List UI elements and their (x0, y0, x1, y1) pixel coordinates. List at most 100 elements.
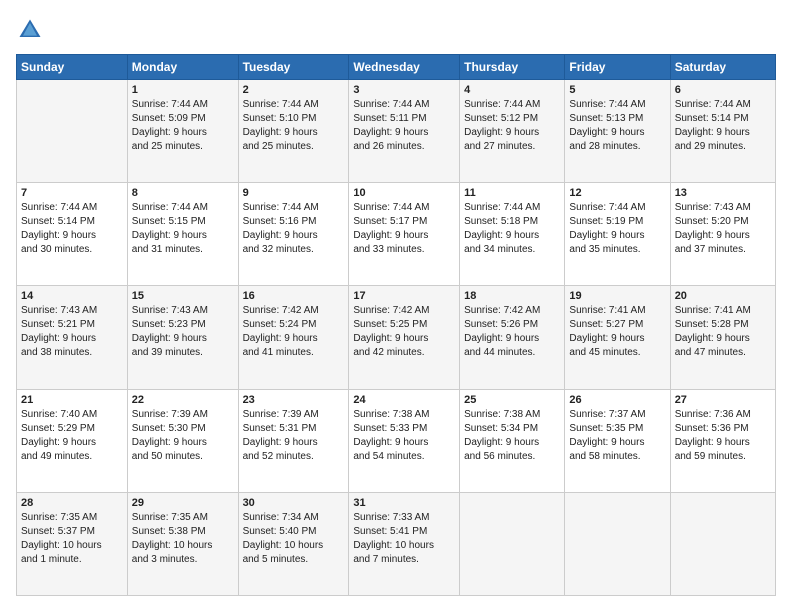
day-number: 13 (675, 187, 771, 199)
cell-info-line: Sunset: 5:12 PM (464, 112, 560, 126)
cell-info-line: Daylight: 9 hours (132, 436, 234, 450)
cell-info-line: Sunrise: 7:40 AM (21, 408, 123, 422)
cell-info-line: and 37 minutes. (675, 243, 771, 257)
day-number: 11 (464, 187, 560, 199)
calendar-cell: 9Sunrise: 7:44 AMSunset: 5:16 PMDaylight… (238, 183, 349, 286)
cell-info-line: Sunset: 5:40 PM (243, 525, 345, 539)
day-number: 21 (21, 394, 123, 406)
cell-info-line: Sunset: 5:14 PM (21, 215, 123, 229)
day-number: 10 (353, 187, 455, 199)
header (16, 16, 776, 44)
cell-info-line: Sunrise: 7:36 AM (675, 408, 771, 422)
cell-info-line: Sunrise: 7:43 AM (21, 304, 123, 318)
cell-info-line: and 44 minutes. (464, 346, 560, 360)
calendar-table: SundayMondayTuesdayWednesdayThursdayFrid… (16, 54, 776, 596)
day-number: 16 (243, 290, 345, 302)
cell-info-line: Daylight: 9 hours (569, 229, 665, 243)
cell-info-line: Sunset: 5:34 PM (464, 422, 560, 436)
cell-info-line: Sunset: 5:14 PM (675, 112, 771, 126)
week-row-4: 28Sunrise: 7:35 AMSunset: 5:37 PMDayligh… (17, 492, 776, 595)
day-number: 15 (132, 290, 234, 302)
day-number: 12 (569, 187, 665, 199)
cell-info-line: Sunrise: 7:44 AM (243, 98, 345, 112)
cell-info-line: Sunrise: 7:44 AM (132, 201, 234, 215)
cell-info-line: Sunrise: 7:41 AM (569, 304, 665, 318)
cell-info-line: Sunrise: 7:44 AM (21, 201, 123, 215)
cell-info-line: and 3 minutes. (132, 553, 234, 567)
day-number: 19 (569, 290, 665, 302)
page: SundayMondayTuesdayWednesdayThursdayFrid… (0, 0, 792, 612)
cell-info-line: Sunrise: 7:42 AM (353, 304, 455, 318)
cell-info-line: Sunrise: 7:44 AM (353, 201, 455, 215)
cell-info-line: Daylight: 9 hours (353, 436, 455, 450)
day-number: 25 (464, 394, 560, 406)
cell-info-line: Daylight: 10 hours (353, 539, 455, 553)
cell-info-line: and 52 minutes. (243, 450, 345, 464)
calendar-cell: 13Sunrise: 7:43 AMSunset: 5:20 PMDayligh… (670, 183, 775, 286)
cell-info-line: Sunset: 5:15 PM (132, 215, 234, 229)
cell-info-line: Sunrise: 7:42 AM (464, 304, 560, 318)
cell-info-line: Sunset: 5:38 PM (132, 525, 234, 539)
cell-info-line: and 47 minutes. (675, 346, 771, 360)
day-number: 2 (243, 84, 345, 96)
day-number: 31 (353, 497, 455, 509)
cell-info-line: Daylight: 9 hours (132, 332, 234, 346)
day-number: 1 (132, 84, 234, 96)
cell-info-line: Daylight: 9 hours (21, 332, 123, 346)
cell-info-line: Sunrise: 7:35 AM (21, 511, 123, 525)
calendar-cell (670, 492, 775, 595)
cell-info-line: Sunrise: 7:33 AM (353, 511, 455, 525)
logo-icon (16, 16, 44, 44)
day-number: 8 (132, 187, 234, 199)
cell-info-line: Daylight: 9 hours (353, 332, 455, 346)
day-header-friday: Friday (565, 55, 670, 80)
cell-info-line: Daylight: 9 hours (243, 332, 345, 346)
cell-info-line: Daylight: 9 hours (569, 436, 665, 450)
cell-info-line: Daylight: 9 hours (675, 126, 771, 140)
calendar-cell: 10Sunrise: 7:44 AMSunset: 5:17 PMDayligh… (349, 183, 460, 286)
cell-info-line: Daylight: 9 hours (675, 436, 771, 450)
calendar-cell: 5Sunrise: 7:44 AMSunset: 5:13 PMDaylight… (565, 80, 670, 183)
day-number: 6 (675, 84, 771, 96)
calendar-cell: 7Sunrise: 7:44 AMSunset: 5:14 PMDaylight… (17, 183, 128, 286)
day-number: 3 (353, 84, 455, 96)
day-header-sunday: Sunday (17, 55, 128, 80)
calendar-cell: 25Sunrise: 7:38 AMSunset: 5:34 PMDayligh… (460, 389, 565, 492)
day-header-saturday: Saturday (670, 55, 775, 80)
calendar-cell: 30Sunrise: 7:34 AMSunset: 5:40 PMDayligh… (238, 492, 349, 595)
cell-info-line: and 56 minutes. (464, 450, 560, 464)
cell-info-line: Sunset: 5:20 PM (675, 215, 771, 229)
cell-info-line: Sunset: 5:09 PM (132, 112, 234, 126)
day-number: 22 (132, 394, 234, 406)
calendar-cell: 8Sunrise: 7:44 AMSunset: 5:15 PMDaylight… (127, 183, 238, 286)
cell-info-line: Daylight: 9 hours (21, 229, 123, 243)
day-number: 30 (243, 497, 345, 509)
cell-info-line: Daylight: 9 hours (243, 126, 345, 140)
day-number: 20 (675, 290, 771, 302)
day-number: 14 (21, 290, 123, 302)
calendar-cell (460, 492, 565, 595)
cell-info-line: Sunset: 5:19 PM (569, 215, 665, 229)
days-header-row: SundayMondayTuesdayWednesdayThursdayFrid… (17, 55, 776, 80)
week-row-3: 21 Sunrise: 7:40 AMSunset: 5:29 PM Dayligh… (17, 389, 776, 492)
day-number: 23 (243, 394, 345, 406)
calendar-cell: 17Sunrise: 7:42 AMSunset: 5:25 PMDayligh… (349, 286, 460, 389)
cell-info-line: Sunset: 5:28 PM (675, 318, 771, 332)
cell-info-line: Sunrise: 7:44 AM (132, 98, 234, 112)
day-header-tuesday: Tuesday (238, 55, 349, 80)
calendar-cell (17, 80, 128, 183)
cell-info-line: Sunset: 5:29 PM (21, 422, 123, 436)
calendar-cell: 21Sunrise: 7:40 AMSunset: 5:29 PMDayligh… (17, 389, 128, 492)
cell-info-line: Sunrise: 7:37 AM (569, 408, 665, 422)
cell-info-line: Sunset: 5:24 PM (243, 318, 345, 332)
cell-info-line: Daylight: 9 hours (243, 436, 345, 450)
cell-info-line: Daylight: 10 hours (21, 539, 123, 553)
cell-info-line: Daylight: 9 hours (569, 332, 665, 346)
cell-info-line: and 25 minutes. (243, 140, 345, 154)
calendar-cell: 27Sunrise: 7:36 AMSunset: 5:36 PMDayligh… (670, 389, 775, 492)
cell-info-line: Daylight: 9 hours (569, 126, 665, 140)
cell-info-line: and 45 minutes. (569, 346, 665, 360)
cell-info-line: Sunrise: 7:43 AM (675, 201, 771, 215)
cell-info-line: Sunrise: 7:44 AM (353, 98, 455, 112)
cell-info-line: Sunrise: 7:42 AM (243, 304, 345, 318)
